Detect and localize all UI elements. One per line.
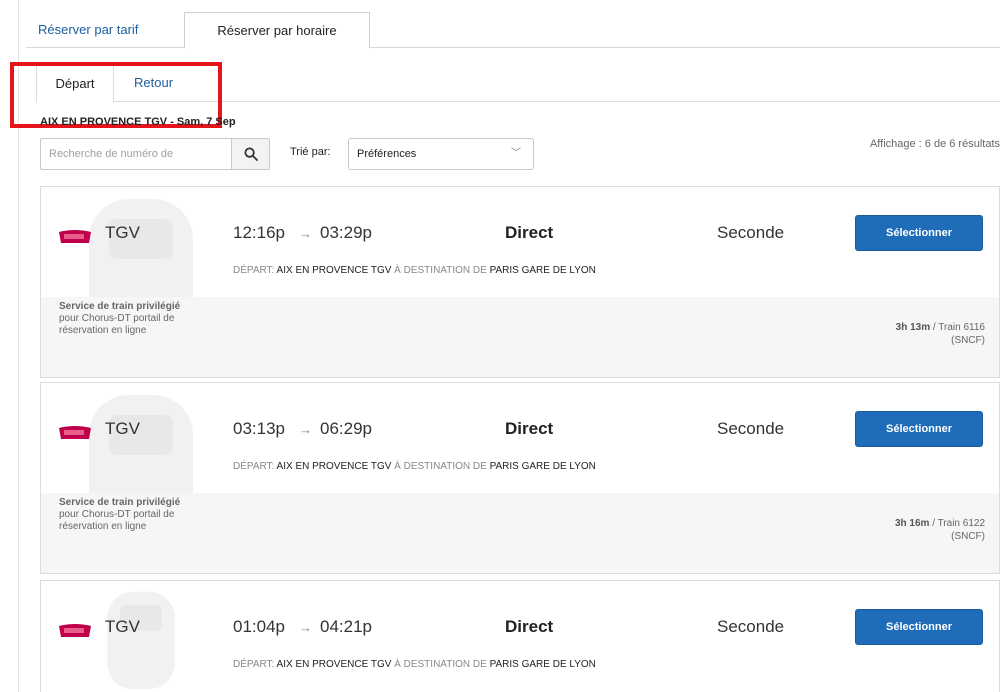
direction-tabs: Départ Retour xyxy=(36,64,1000,103)
sort-select[interactable]: Préférences ﹀ xyxy=(348,138,534,170)
result-main-row: TGV 03:13p → 06:29p Direct Seconde Sélecti… xyxy=(41,383,999,493)
departure-time: 12:16p xyxy=(233,223,285,242)
sncf-logo-icon xyxy=(59,624,91,637)
carrier-name: TGV xyxy=(105,617,140,636)
service-note-text: pour Chorus-DT portail de réservation en… xyxy=(59,313,175,336)
travel-class: Seconde xyxy=(717,419,785,438)
route-destination: PARIS GARE DE LYON xyxy=(489,265,596,276)
travel-class: Seconde xyxy=(717,223,785,242)
arrival-time: 03:29p xyxy=(320,223,372,242)
search-input[interactable] xyxy=(41,139,233,169)
tab-book-by-schedule[interactable]: Réserver par horaire xyxy=(184,12,370,49)
service-note: Service de train privilégié pour Chorus-… xyxy=(59,301,199,337)
route-prefix: DÉPART: xyxy=(233,659,275,670)
tab-departure[interactable]: Départ xyxy=(36,64,114,103)
operator: (SNCF) xyxy=(951,335,985,346)
route-mid: À DESTINATION DE xyxy=(394,265,487,276)
carrier-name: TGV xyxy=(105,223,140,242)
schedule-times: 01:04p → 04:21p xyxy=(233,617,372,637)
schedule-times: 12:16p → 03:29p xyxy=(233,223,372,243)
departure-time: 01:04p xyxy=(233,617,285,636)
duration-info: 3h 16m / Train 6122 (SNCF) xyxy=(895,517,985,543)
route-description: DÉPART: AIX EN PROVENCE TGV À DESTINATIO… xyxy=(233,659,596,670)
route-description: DÉPART: AIX EN PROVENCE TGV À DESTINATIO… xyxy=(233,265,596,276)
search-icon xyxy=(244,147,258,161)
route-description: DÉPART: AIX EN PROVENCE TGV À DESTINATIO… xyxy=(233,461,596,472)
arrow-right-icon: → xyxy=(299,620,312,635)
operator: (SNCF) xyxy=(951,531,985,542)
trip-duration: 3h 16m xyxy=(894,518,930,529)
stops-info: Direct xyxy=(505,223,554,242)
result-card: TGV 12:16p → 03:29p Direct Seconde Sélecti… xyxy=(40,186,1000,378)
result-card: TGV 03:13p → 06:29p Direct Seconde Sélecti… xyxy=(40,382,1000,574)
arrow-right-icon: → xyxy=(299,422,312,437)
service-note-text: pour Chorus-DT portail de réservation en… xyxy=(59,509,175,532)
route-mid: À DESTINATION DE xyxy=(394,461,487,472)
route-date-heading: AIX EN PROVENCE TGV - Sam, 7 Sep xyxy=(40,116,236,128)
service-note: Service de train privilégié pour Chorus-… xyxy=(59,497,199,533)
route-prefix: DÉPART: xyxy=(233,461,275,472)
route-destination: PARIS GARE DE LYON xyxy=(489,461,596,472)
result-count: Affichage : 6 de 6 résultats xyxy=(869,138,1000,150)
sncf-logo-icon xyxy=(59,426,91,439)
sncf-logo-icon xyxy=(59,230,91,243)
carrier-name: TGV xyxy=(105,419,140,438)
select-button[interactable]: Sélectionner xyxy=(855,411,983,447)
left-divider xyxy=(18,0,19,692)
booking-mode-tabs: Réserver par tarif Réserver par horaire xyxy=(26,12,1000,49)
arrival-time: 04:21p xyxy=(320,617,372,636)
service-note-bold: Service de train privilégié xyxy=(59,301,181,312)
train-number-search xyxy=(40,138,270,170)
arrow-right-icon: → xyxy=(299,226,312,241)
route-origin: AIX EN PROVENCE TGV xyxy=(276,659,392,670)
booking-page: Réserver par tarif Réserver par horaire … xyxy=(0,0,1000,692)
route-origin: AIX EN PROVENCE TGV xyxy=(276,265,392,276)
trip-duration: 3h 13m xyxy=(895,322,931,333)
select-button[interactable]: Sélectionner xyxy=(855,609,983,645)
sort-selected-value: Préférences xyxy=(357,148,417,160)
result-card: TGV 01:04p → 04:21p Direct Seconde Sélecti… xyxy=(40,580,1000,692)
train-number: / Train 6116 xyxy=(932,322,985,333)
tab-book-by-fare[interactable]: Réserver par tarif xyxy=(26,12,150,48)
select-button[interactable]: Sélectionner xyxy=(855,215,983,251)
departure-time: 03:13p xyxy=(233,419,285,438)
route-destination: PARIS GARE DE LYON xyxy=(489,659,596,670)
travel-class: Seconde xyxy=(717,617,785,636)
route-prefix: DÉPART: xyxy=(233,265,275,276)
tab-return[interactable]: Retour xyxy=(134,64,173,102)
schedule-times: 03:13p → 06:29p xyxy=(233,419,372,439)
chevron-down-icon: ﹀ xyxy=(511,148,521,159)
result-main-row: TGV 12:16p → 03:29p Direct Seconde Sélecti… xyxy=(41,187,999,297)
duration-info: 3h 13m / Train 6116 (SNCF) xyxy=(896,321,985,347)
search-button[interactable] xyxy=(231,139,269,169)
stops-info: Direct xyxy=(505,419,554,438)
arrival-time: 06:29p xyxy=(320,419,372,438)
result-details-row: Service de train privilégié pour Chorus-… xyxy=(41,297,999,377)
route-origin: AIX EN PROVENCE TGV xyxy=(276,461,392,472)
result-details-row: Service de train privilégié pour Chorus-… xyxy=(41,493,999,573)
result-main-row: TGV 01:04p → 04:21p Direct Seconde Sélecti… xyxy=(41,581,999,691)
sort-label: Trié par: xyxy=(290,146,331,158)
service-note-bold: Service de train privilégié xyxy=(59,497,181,508)
train-number: / Train 6122 xyxy=(932,518,985,529)
stops-info: Direct xyxy=(505,617,554,636)
route-mid: À DESTINATION DE xyxy=(394,659,487,670)
